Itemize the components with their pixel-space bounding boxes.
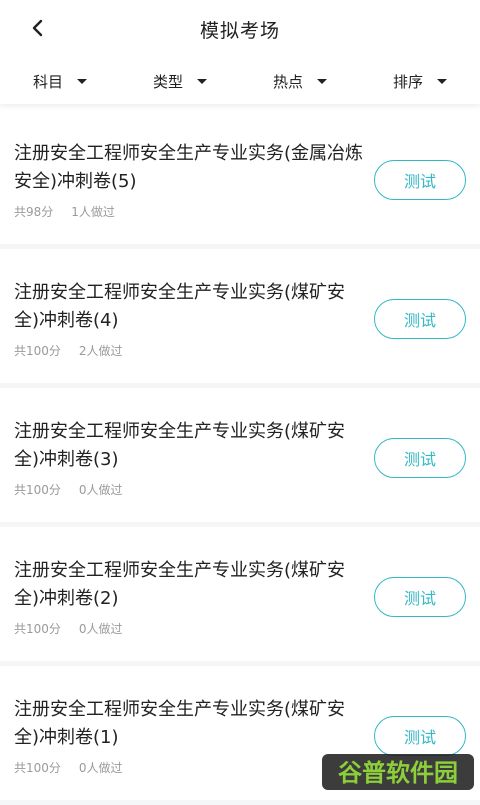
exam-taken-count: 0人做过 [78, 761, 123, 775]
exam-score: 共100分 [14, 761, 61, 775]
filter-label: 热点 [272, 72, 303, 91]
exam-meta: 共100分 0人做过 [14, 759, 123, 776]
exam-taken-count: 2人做过 [78, 344, 123, 358]
exam-title: 注册安全工程师安全生产专业实务(煤矿安全)冲刺卷(1) [14, 699, 346, 748]
filter-type[interactable]: 类型 [120, 58, 240, 104]
exam-title: 注册安全工程师安全生产专业实务(煤矿安全)冲刺卷(3) [14, 421, 346, 470]
list-item[interactable]: 注册安全工程师安全生产专业实务(煤矿安全)冲刺卷(1) 共100分 0人做过 测… [0, 666, 480, 805]
exam-title: 注册安全工程师安全生产专业实务(煤矿安全)冲刺卷(2) [14, 560, 346, 609]
exam-list: 注册安全工程师安全生产专业实务(金属冶炼安全)冲刺卷(5) 共98分 1人做过 … [0, 110, 480, 805]
exam-taken-count: 0人做过 [78, 483, 123, 497]
exam-taken-count: 1人做过 [71, 205, 115, 219]
caret-down-icon [197, 79, 207, 84]
exam-taken-count: 0人做过 [78, 622, 123, 636]
caret-down-icon [77, 79, 87, 84]
test-button[interactable]: 测试 [374, 160, 466, 200]
exam-meta: 共100分 2人做过 [14, 342, 123, 359]
filter-label: 排序 [392, 72, 423, 91]
caret-down-icon [317, 79, 327, 84]
filter-bar: 科目 类型 热点 排序 [0, 58, 480, 104]
exam-score: 共100分 [14, 622, 61, 636]
exam-score: 共98分 [14, 205, 54, 219]
list-item[interactable]: 注册安全工程师安全生产专业实务(煤矿安全)冲刺卷(3) 共100分 0人做过 测… [0, 388, 480, 527]
exam-meta: 共100分 0人做过 [14, 481, 123, 498]
app-header: 模拟考场 [0, 0, 480, 58]
exam-title: 注册安全工程师安全生产专业实务(煤矿安全)冲刺卷(4) [14, 282, 346, 331]
caret-down-icon [437, 79, 447, 84]
filter-hot[interactable]: 热点 [240, 58, 360, 104]
test-button[interactable]: 测试 [374, 299, 466, 339]
test-button[interactable]: 测试 [374, 716, 466, 756]
list-item[interactable]: 注册安全工程师安全生产专业实务(煤矿安全)冲刺卷(2) 共100分 0人做过 测… [0, 527, 480, 666]
filter-subject[interactable]: 科目 [0, 58, 120, 104]
list-item[interactable]: 注册安全工程师安全生产专业实务(煤矿安全)冲刺卷(4) 共100分 2人做过 测… [0, 249, 480, 388]
exam-meta: 共98分 1人做过 [14, 203, 115, 220]
filter-label: 科目 [32, 72, 63, 91]
exam-score: 共100分 [14, 344, 61, 358]
test-button[interactable]: 测试 [374, 577, 466, 617]
exam-score: 共100分 [14, 483, 61, 497]
exam-meta: 共100分 0人做过 [14, 620, 123, 637]
list-item[interactable]: 注册安全工程师安全生产专业实务(金属冶炼安全)冲刺卷(5) 共98分 1人做过 … [0, 110, 480, 249]
exam-title: 注册安全工程师安全生产专业实务(金属冶炼安全)冲刺卷(5) [14, 143, 364, 192]
page-title: 模拟考场 [199, 20, 280, 42]
test-button[interactable]: 测试 [374, 438, 466, 478]
filter-sort[interactable]: 排序 [360, 58, 480, 104]
filter-label: 类型 [152, 72, 183, 91]
